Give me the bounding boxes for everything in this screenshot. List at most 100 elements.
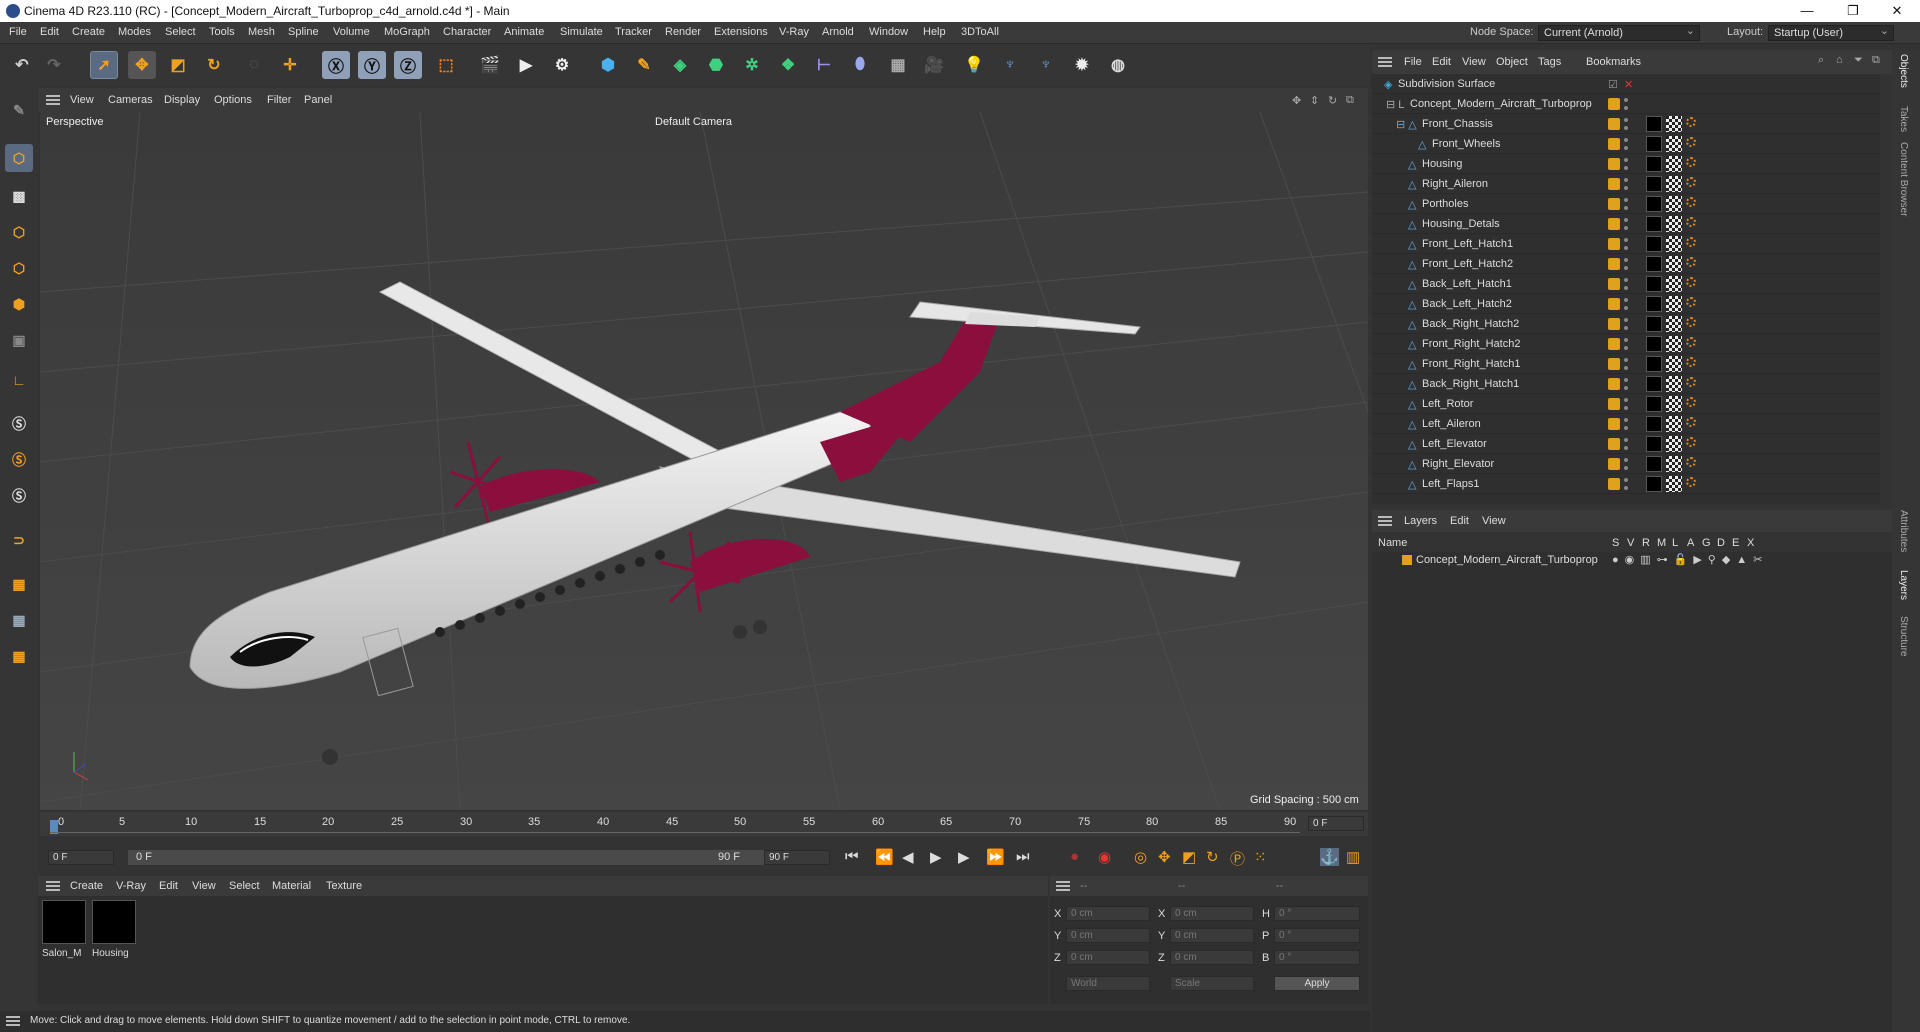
range-slider[interactable]	[128, 850, 778, 865]
object-row[interactable]: △ Housing_Detals	[1372, 214, 1880, 234]
object-row[interactable]: △ Front_Right_Hatch2	[1372, 334, 1880, 354]
object-row[interactable]: △ Housing	[1372, 154, 1880, 174]
disabled-x-icon[interactable]: ✕	[1624, 78, 1633, 91]
next-frame-icon[interactable]: ▶	[958, 848, 970, 866]
menu-create[interactable]: Create	[72, 26, 105, 38]
menu-character[interactable]: Character	[443, 26, 491, 38]
menu-3dtoall[interactable]: 3DToAll	[961, 26, 999, 38]
objects-menu-object[interactable]: Object	[1496, 56, 1528, 68]
visibility-dots[interactable]	[1624, 218, 1628, 230]
phong-tag-icon[interactable]	[1686, 457, 1696, 467]
viewport-menu-filter[interactable]: Filter	[267, 94, 291, 106]
texture-tag[interactable]	[1666, 176, 1682, 192]
viewport-menu-options[interactable]: Options	[214, 94, 252, 106]
viewport-move-icon[interactable]: ✥	[1292, 94, 1301, 107]
menu-edit[interactable]: Edit	[40, 26, 59, 38]
material-menu-create[interactable]: Create	[70, 880, 103, 892]
rot-b-field[interactable]: 0 °	[1274, 950, 1360, 965]
material-tag[interactable]	[1646, 216, 1662, 232]
layer-color-swatch[interactable]	[1608, 418, 1620, 430]
texture-tag[interactable]	[1666, 416, 1682, 432]
point-mode-icon[interactable]: ⬡	[5, 218, 33, 246]
goto-start-icon[interactable]: ⏮	[845, 848, 859, 865]
objects-menu-tags[interactable]: Tags	[1538, 56, 1561, 68]
key-scale-icon[interactable]: ◩	[1182, 848, 1196, 866]
layer-color-swatch[interactable]	[1608, 118, 1620, 130]
axis-mode-icon[interactable]: ∟	[5, 366, 33, 394]
material-tag[interactable]	[1646, 316, 1662, 332]
object-row[interactable]: △ Left_Flaps1	[1372, 474, 1880, 494]
texture-tag[interactable]	[1666, 296, 1682, 312]
layer-toggle-icons[interactable]: ●◉▥⊶🔓▶⚲◆▲✂	[1612, 553, 1768, 566]
key-pla-icon[interactable]: ⁙	[1254, 848, 1267, 866]
texture-tag[interactable]	[1666, 136, 1682, 152]
layers-hamburger-icon[interactable]	[1378, 516, 1392, 526]
visibility-dots[interactable]	[1624, 438, 1628, 450]
pos-x-field[interactable]: 0 cm	[1066, 906, 1150, 921]
object-row[interactable]: △ Right_Elevator	[1372, 454, 1880, 474]
cube-icon[interactable]: ⬢	[594, 51, 622, 79]
texture-tag[interactable]	[1666, 476, 1682, 492]
texture-tag[interactable]	[1666, 356, 1682, 372]
layer-color-swatch[interactable]	[1608, 458, 1620, 470]
grid-icon[interactable]: ▦	[5, 606, 33, 634]
size-x-field[interactable]: 0 cm	[1170, 906, 1254, 921]
maximize-button[interactable]: ❐	[1830, 2, 1876, 20]
start-frame-field[interactable]: 0 F	[48, 850, 114, 865]
viewport-menu-view[interactable]: View	[70, 94, 94, 106]
snap-settings-icon[interactable]: Ⓢ	[5, 446, 33, 474]
quantize-icon[interactable]: Ⓢ	[5, 482, 33, 510]
play-icon[interactable]: ▶	[930, 848, 942, 866]
camera-icon[interactable]: 🎥	[920, 51, 948, 79]
menu-render[interactable]: Render	[665, 26, 701, 38]
phong-tag-icon[interactable]	[1686, 297, 1696, 307]
layer-color-swatch[interactable]	[1608, 478, 1620, 490]
subdivision-icon[interactable]: ◈	[666, 51, 694, 79]
new-window-icon[interactable]: ⧉	[1872, 54, 1880, 67]
filter-icon[interactable]: ⏷	[1854, 54, 1863, 67]
key-param-icon[interactable]: Ⓟ	[1230, 848, 1245, 869]
material-tag[interactable]	[1646, 396, 1662, 412]
phong-tag-icon[interactable]	[1686, 157, 1696, 167]
phong-tag-icon[interactable]	[1686, 357, 1696, 367]
rot-h-field[interactable]: 0 °	[1274, 906, 1360, 921]
visibility-dots[interactable]	[1624, 338, 1628, 350]
model-mode-icon[interactable]: ⬡	[5, 144, 33, 172]
python-icon[interactable]: ♆	[996, 51, 1024, 79]
material-tag[interactable]	[1646, 416, 1662, 432]
object-row[interactable]: ⊟ L Concept_Modern_Aircraft_Turboprop	[1372, 94, 1880, 114]
material-tag[interactable]	[1646, 436, 1662, 452]
texture-tag[interactable]	[1666, 436, 1682, 452]
phong-tag-icon[interactable]	[1686, 277, 1696, 287]
object-row[interactable]: △ Front_Left_Hatch2	[1372, 254, 1880, 274]
objects-menu-bookmarks[interactable]: Bookmarks	[1586, 56, 1641, 68]
object-row[interactable]: △ Portholes	[1372, 194, 1880, 214]
material-menu-vray[interactable]: V-Ray	[116, 880, 146, 892]
texture-tag[interactable]	[1666, 236, 1682, 252]
phong-tag-icon[interactable]	[1686, 437, 1696, 447]
texture-tag[interactable]	[1666, 376, 1682, 392]
node-space-dropdown[interactable]: Current (Arnold)	[1538, 24, 1700, 41]
material-tag[interactable]	[1646, 256, 1662, 272]
x-axis-icon[interactable]: Ⓧ	[322, 51, 350, 79]
extrude-icon[interactable]: ⬣	[702, 51, 730, 79]
visibility-dots[interactable]	[1624, 418, 1628, 430]
phong-tag-icon[interactable]	[1686, 137, 1696, 147]
object-row[interactable]: △ Left_Rotor	[1372, 394, 1880, 414]
scale-tool-icon[interactable]: ◩	[164, 51, 192, 79]
layer-color-swatch[interactable]	[1608, 238, 1620, 250]
texture-tag[interactable]	[1666, 396, 1682, 412]
phong-tag-icon[interactable]	[1686, 397, 1696, 407]
object-row[interactable]: △ Back_Right_Hatch2	[1372, 314, 1880, 334]
layer-col-deformers[interactable]: D	[1717, 537, 1725, 549]
menu-help[interactable]: Help	[923, 26, 946, 38]
phong-tag-icon[interactable]	[1686, 377, 1696, 387]
visibility-dots[interactable]	[1624, 278, 1628, 290]
coord-space-dropdown[interactable]: World	[1066, 976, 1150, 991]
visibility-dots[interactable]	[1624, 458, 1628, 470]
material-tag[interactable]	[1646, 456, 1662, 472]
close-button[interactable]: ✕	[1874, 2, 1920, 20]
viewport-menu-panel[interactable]: Panel	[304, 94, 332, 106]
menu-modes[interactable]: Modes	[118, 26, 151, 38]
phong-tag-icon[interactable]	[1686, 117, 1696, 127]
